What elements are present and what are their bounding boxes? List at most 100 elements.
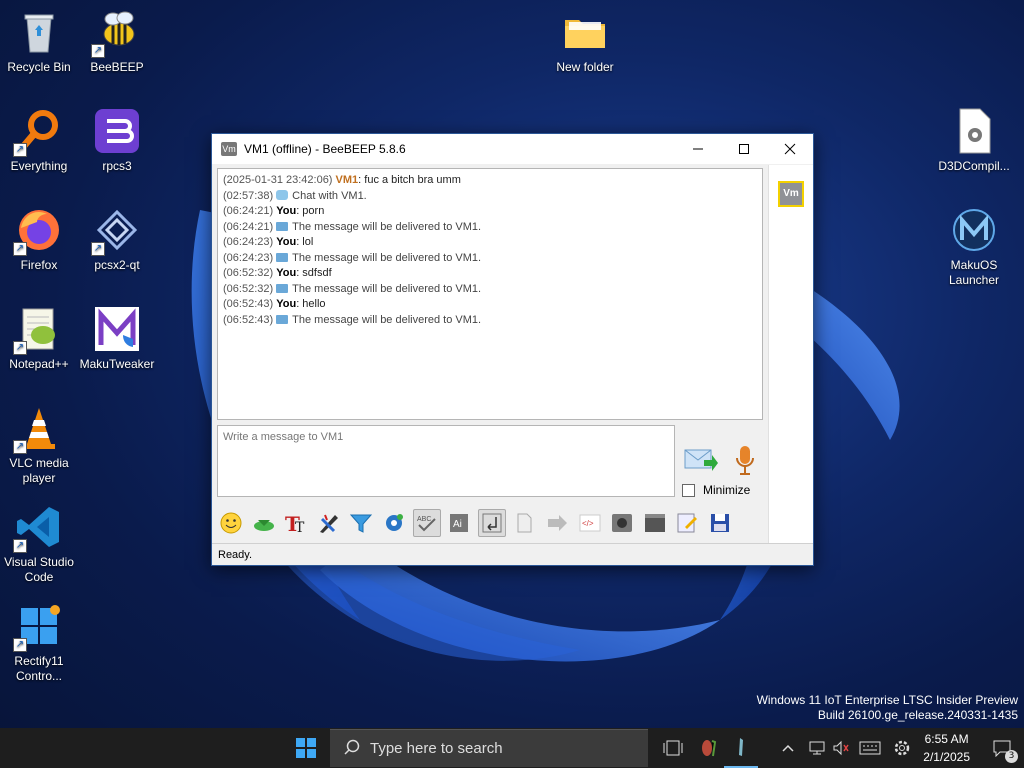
html-button[interactable]: </> — [576, 509, 604, 537]
show-hidden-icons-button[interactable] — [771, 728, 805, 768]
desktop-icon-makuos-launcher[interactable]: MakuOS Launcher — [934, 206, 1014, 288]
user-avatar[interactable]: Vm — [778, 181, 804, 207]
window-title: VM1 (offline) - BeeBEEP 5.8.6 — [244, 142, 406, 156]
notification-count-badge: 3 — [1005, 750, 1018, 763]
font-icon: TT — [285, 512, 305, 535]
taskbar: Type here to search 6:55 AM 2/1/2025 3 — [0, 728, 1024, 768]
volume-button[interactable] — [829, 728, 853, 768]
user-sidebar: Vm — [768, 165, 813, 545]
desktop-icon-recycle-bin[interactable]: Recycle Bin — [0, 8, 79, 75]
desktop-icon-new-folder[interactable]: New folder — [545, 8, 625, 75]
makuos-icon — [950, 206, 998, 254]
desktop-icon-makutweaker[interactable]: MakuTweaker — [77, 305, 157, 372]
chat-line: (06:52:43) You: hello — [223, 298, 326, 310]
emoticon-button[interactable] — [217, 509, 245, 537]
auto-text-icon: Ai — [450, 514, 469, 532]
filter-button[interactable] — [347, 509, 375, 537]
vscode-icon: ↗ — [13, 503, 63, 553]
nudge-button[interactable] — [250, 509, 278, 537]
maximize-window-button[interactable] — [721, 134, 767, 164]
taskbar-app-beebeep[interactable] — [690, 728, 724, 768]
svg-text:Ai: Ai — [453, 519, 462, 530]
status-bar: Ready. — [212, 543, 813, 565]
rectify11-icon: ↗ — [13, 602, 63, 652]
terminal-icon — [644, 514, 665, 532]
settings-tray-button[interactable] — [887, 728, 917, 768]
settings-button[interactable] — [380, 509, 408, 537]
checkbox-box[interactable] — [682, 483, 695, 497]
desktop-icon-pcsx2[interactable]: ↗ pcsx2-qt — [77, 206, 157, 273]
chevron-up-icon — [782, 744, 794, 752]
edit-button[interactable] — [673, 509, 701, 537]
task-view-button[interactable] — [656, 728, 690, 768]
send-file-button[interactable] — [543, 509, 571, 537]
rpcs3-icon — [93, 107, 141, 155]
close-icon — [784, 143, 796, 155]
window-titlebar[interactable]: Vm VM1 (offline) - BeeBEEP 5.8.6 — [212, 134, 813, 164]
notification-center-button[interactable]: 3 — [980, 728, 1024, 768]
save-button[interactable] — [706, 509, 734, 537]
gear-icon — [895, 740, 910, 756]
code-tag-icon: </> — [579, 514, 601, 532]
chat-line: (06:24:23) The message will be delivered … — [223, 251, 482, 264]
taskbar-app-active[interactable] — [724, 728, 758, 768]
clear-chat-button[interactable] — [641, 509, 669, 537]
voice-message-button[interactable] — [734, 444, 756, 478]
desktop-icon-vlc[interactable]: ↗ VLC media player — [0, 404, 79, 486]
chat-toolbar: TT ABC Ai </> — [217, 506, 762, 540]
search-icon — [344, 739, 360, 759]
keyboard-button[interactable] — [853, 728, 887, 768]
desktop-icon-d3dcompiler[interactable]: D3DCompil... — [934, 107, 1014, 174]
start-button[interactable] — [282, 728, 330, 768]
envelope-icon — [276, 314, 289, 324]
microphone-icon — [736, 446, 754, 475]
auto-complete-button[interactable]: Ai — [445, 509, 473, 537]
chat-window: Vm VM1 (offline) - BeeBEEP 5.8.6 (2025-0… — [211, 133, 814, 566]
windows-logo-icon — [296, 738, 316, 758]
chat-line: (06:52:32) You: sdfsdf — [223, 267, 332, 279]
send-button[interactable] — [684, 446, 718, 474]
envelope-icon — [276, 221, 289, 231]
enter-key-button[interactable] — [477, 509, 506, 537]
taskbar-search-box[interactable]: Type here to search — [330, 729, 648, 767]
font-color-button[interactable] — [315, 509, 343, 537]
desktop-icon-firefox[interactable]: ↗ Firefox — [0, 206, 79, 273]
color-pencil-icon — [319, 514, 338, 533]
chat-line: (06:24:21) You: porn — [223, 205, 325, 217]
shortcut-arrow-icon: ↗ — [13, 638, 27, 652]
network-button[interactable] — [805, 728, 829, 768]
minimize-window-button[interactable] — [675, 134, 721, 164]
taskbar-clock[interactable]: 6:55 AM 2/1/2025 — [923, 730, 970, 766]
keyboard-icon — [859, 741, 881, 755]
chat-line: (06:52:43) The message will be delivered … — [223, 313, 482, 326]
send-envelope-icon — [684, 449, 718, 471]
shortcut-arrow-icon: ↗ — [91, 44, 105, 58]
makutweaker-icon — [93, 305, 141, 353]
shortcut-arrow-icon: ↗ — [13, 341, 27, 355]
smiley-icon — [220, 512, 242, 534]
screenshot-button[interactable] — [608, 509, 636, 537]
save-chat-button[interactable] — [510, 509, 538, 537]
chat-line: (06:24:23) You: lol — [223, 236, 314, 248]
envelope-icon — [276, 283, 289, 293]
spellcheck-button[interactable]: ABC — [412, 509, 441, 537]
minimize-checkbox[interactable]: Minimize — [682, 483, 750, 497]
close-window-button[interactable] — [767, 134, 813, 164]
windows-watermark: Windows 11 IoT Enterprise LTSC Insider P… — [756, 693, 1018, 722]
envelope-icon — [276, 252, 289, 262]
desktop-icon-notepadpp[interactable]: ↗ Notepad++ — [0, 305, 79, 372]
desktop-icon-everything[interactable]: ↗ Everything — [0, 107, 79, 174]
shortcut-arrow-icon: ↗ — [13, 242, 27, 256]
svg-text:T: T — [295, 520, 305, 535]
desktop-icon-beebeep[interactable]: ↗ BeeBEEP — [77, 8, 157, 75]
desktop-icon-rpcs3[interactable]: rpcs3 — [77, 107, 157, 174]
desktop-icon-rectify11[interactable]: ↗ Rectify11 Contro... — [0, 602, 79, 684]
shortcut-arrow-icon: ↗ — [13, 143, 27, 157]
return-key-icon — [482, 513, 502, 533]
desktop-icon-vscode[interactable]: ↗ Visual Studio Code — [0, 503, 79, 585]
chat-line: (02:57:38) Chat with VM1. — [223, 189, 367, 202]
font-button[interactable]: TT — [282, 509, 310, 537]
message-input[interactable]: Write a message to VM1 — [217, 425, 675, 497]
network-icon — [809, 741, 825, 755]
chat-log[interactable]: (2025-01-31 23:42:06) VM1: fuc a bitch b… — [217, 168, 763, 420]
